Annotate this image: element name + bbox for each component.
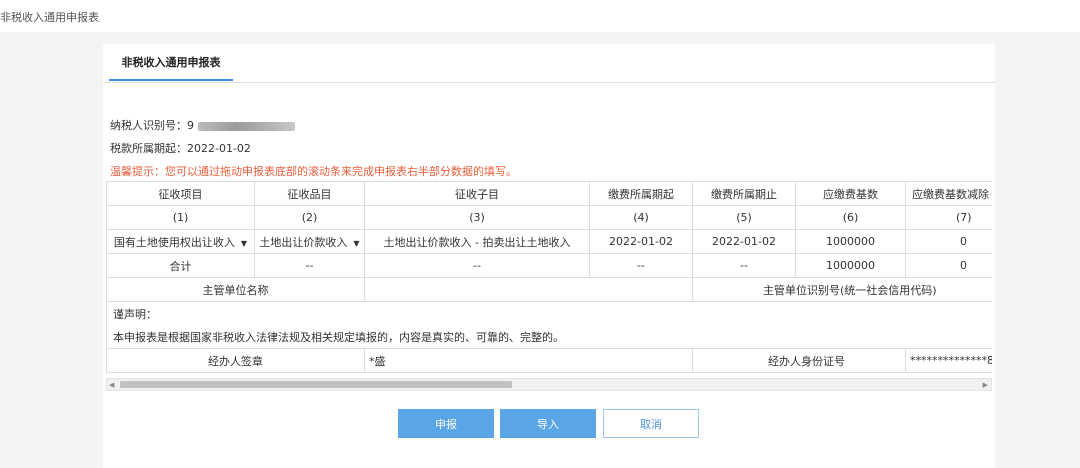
table-row: 国有土地使用权出让收入 ▼ 土地出让价款收入 ▼ 土地出让价款收入 - 拍卖出让土地… bbox=[106, 229, 992, 254]
tab-bar: 非税收入通用申报表 bbox=[103, 44, 995, 83]
table-index-row: (1) (2) (3) (4) (5) (6) (7) bbox=[106, 205, 992, 230]
supervisor-code-label: 主管单位识别号(统一社会信用代码) bbox=[692, 277, 992, 302]
horizontal-scrollbar[interactable]: ◀ ▶ bbox=[106, 378, 992, 391]
column-index: (4) bbox=[589, 205, 693, 230]
total-subitem: -- bbox=[364, 253, 590, 278]
base-cell[interactable]: 1000000 bbox=[795, 229, 906, 254]
total-end: -- bbox=[692, 253, 796, 278]
taxpayer-id-label: 纳税人识别号： bbox=[110, 119, 187, 132]
taxpayer-id-prefix: 9 bbox=[187, 119, 194, 132]
column-index: (3) bbox=[364, 205, 590, 230]
column-header: 征收子目 bbox=[364, 181, 590, 206]
total-row: 合计 -- -- -- -- 1000000 0 bbox=[106, 253, 992, 278]
column-header: 缴费所属期止 bbox=[692, 181, 796, 206]
total-start: -- bbox=[589, 253, 693, 278]
period-label: 税款所属期起： bbox=[110, 142, 187, 155]
declaration-text-row: 本申报表是根据国家非税收入法律法规及相关规定填报的，内容是真实的、可靠的、完整的… bbox=[106, 325, 992, 349]
declaration-title-row: 谨声明： bbox=[106, 301, 992, 325]
total-label: 合计 bbox=[106, 253, 255, 278]
column-header: 征收项目 bbox=[106, 181, 255, 206]
total-category: -- bbox=[254, 253, 365, 278]
table-header-row: 征收项目 征收品目 征收子目 缴费所属期起 缴费所属期止 应缴费基数 应缴费基数… bbox=[106, 181, 992, 206]
supervisor-name-input[interactable] bbox=[364, 277, 693, 302]
category-select-value: 土地出让价款收入 bbox=[259, 235, 348, 249]
column-index: (6) bbox=[795, 205, 906, 230]
end-date-cell[interactable]: 2022-01-02 bbox=[692, 229, 796, 254]
declaration-table-scroll[interactable]: 征收项目 征收品目 征收子目 缴费所属期起 缴费所属期止 应缴费基数 应缴费基数… bbox=[106, 181, 992, 381]
dropdown-arrow-icon: ▼ bbox=[240, 238, 248, 248]
scroll-left-arrow-icon[interactable]: ◀ bbox=[109, 379, 114, 391]
signature-label: 经办人签章 bbox=[106, 348, 365, 373]
declaration-title: 谨声明： bbox=[106, 301, 992, 325]
scroll-thumb[interactable] bbox=[120, 381, 512, 388]
declaration-table: 征收项目 征收品目 征收子目 缴费所属期起 缴费所属期止 应缴费基数 应缴费基数… bbox=[106, 181, 992, 373]
id-label: 经办人身份证号 bbox=[692, 348, 906, 373]
supervisor-row: 主管单位名称 主管单位识别号(统一社会信用代码) bbox=[106, 277, 992, 302]
column-header: 应缴费基数减除 bbox=[905, 181, 992, 206]
taxpayer-id-row: 纳税人识别号：9 bbox=[110, 117, 295, 133]
column-header: 缴费所属期起 bbox=[589, 181, 693, 206]
form-panel: 非税收入通用申报表 纳税人识别号：9 税款所属期起：2022-01-02 温馨提… bbox=[103, 44, 995, 468]
start-date-cell[interactable]: 2022-01-02 bbox=[589, 229, 693, 254]
column-index: (7) bbox=[905, 205, 992, 230]
id-value[interactable]: **************85 bbox=[905, 348, 992, 373]
item-select-value: 国有土地使用权出让收入 bbox=[113, 235, 235, 249]
tip-text: 温馨提示：您可以通过拖动申报表底部的滚动条来完成申报表右半部分数据的填写。 bbox=[110, 165, 517, 178]
total-deduction: 0 bbox=[905, 253, 992, 278]
column-header: 征收品目 bbox=[254, 181, 365, 206]
column-header: 应缴费基数 bbox=[795, 181, 906, 206]
signature-row: 经办人签章 *盛 经办人身份证号 **************85 bbox=[106, 348, 992, 373]
column-index: (1) bbox=[106, 205, 255, 230]
period-row: 税款所属期起：2022-01-02 bbox=[110, 140, 251, 156]
supervisor-name-label: 主管单位名称 bbox=[106, 277, 365, 302]
column-index: (2) bbox=[254, 205, 365, 230]
scroll-right-arrow-icon[interactable]: ▶ bbox=[983, 379, 988, 391]
import-button[interactable]: 导入 bbox=[500, 409, 596, 438]
taxpayer-id-redaction bbox=[198, 121, 295, 131]
item-select[interactable]: 国有土地使用权出让收入 ▼ bbox=[106, 229, 255, 254]
top-bar: 非税收入通用申报表 bbox=[0, 0, 1080, 32]
page-title: 非税收入通用申报表 bbox=[0, 11, 99, 24]
column-index: (5) bbox=[692, 205, 796, 230]
subitem-cell: 土地出让价款收入 - 拍卖出让土地收入 bbox=[364, 229, 590, 254]
tab-general-declaration[interactable]: 非税收入通用申报表 bbox=[109, 44, 233, 81]
deduction-cell[interactable]: 0 bbox=[905, 229, 992, 254]
cancel-button[interactable]: 取消 bbox=[603, 409, 699, 438]
submit-button[interactable]: 申报 bbox=[398, 409, 494, 438]
declaration-text: 本申报表是根据国家非税收入法律法规及相关规定填报的，内容是真实的、可靠的、完整的… bbox=[106, 325, 992, 349]
total-base: 1000000 bbox=[795, 253, 906, 278]
dropdown-arrow-icon: ▼ bbox=[353, 238, 360, 248]
period-value: 2022-01-02 bbox=[187, 142, 251, 155]
signature-value[interactable]: *盛 bbox=[364, 348, 693, 373]
category-select[interactable]: 土地出让价款收入 ▼ bbox=[254, 229, 365, 254]
